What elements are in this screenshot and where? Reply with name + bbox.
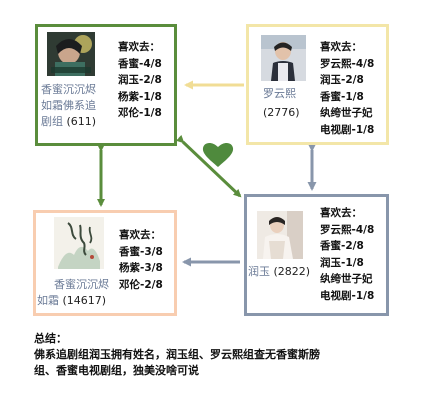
likes-header: 喜欢去： (119, 229, 161, 241)
likes-header: 喜欢去： (118, 41, 160, 53)
summary-title: 总结： (34, 332, 67, 345)
group-box-xiangmi: 香蜜沉沉烬 如霜 (14617) 喜欢去： 香蜜-3/8 杨紫-3/8 邓伦-2… (33, 210, 177, 316)
likes-item: 香蜜-2/8 (320, 240, 364, 252)
member-count: (611) (66, 115, 97, 128)
likes-item: 邓伦-1/8 (118, 107, 162, 119)
likes-header: 喜欢去： (320, 207, 362, 219)
group-name-line: 罗云熙 (263, 87, 296, 100)
summary-block: 总结： 佛系追剧组润玉拥有姓名，润玉组、罗云熙组查无香蜜斯膀 组、香蜜电视剧组，… (34, 331, 414, 379)
likes-item: 香蜜-3/8 (119, 245, 163, 258)
likes-item: 电视剧-1/8 (320, 123, 375, 136)
group-name-line: 香蜜沉沉烬 (41, 83, 96, 96)
group-name-line: 润玉 (248, 265, 270, 278)
likes-header: 喜欢去： (320, 41, 362, 53)
group-name-line: 剧组 (41, 115, 63, 128)
summary-line: 组、香蜜电视剧组，独美没啥可说 (34, 364, 199, 377)
likes-item: 香蜜-4/8 (118, 57, 162, 70)
group-box-runyu: 润玉 (2822) 喜欢去： 罗云熙-4/8 香蜜-2/8 润玉-1/8 纨绔世… (244, 194, 389, 316)
likes-list: 喜欢去： 罗云熙-4/8 香蜜-2/8 润玉-1/8 纨绔世子妃 电视剧-1/8 (320, 205, 374, 304)
group-name-line: 如霜 (37, 294, 59, 307)
group-avatar-image (261, 35, 306, 81)
likes-item: 润玉-2/8 (320, 74, 364, 86)
likes-item: 杨紫-3/8 (119, 262, 163, 274)
group-name-line: 香蜜沉沉烬 (54, 278, 109, 291)
likes-item: 润玉-2/8 (118, 74, 162, 86)
group-caption: 香蜜沉沉烬 如霜佛系追 剧组 (611) (41, 82, 115, 130)
group-name-line: 如霜佛系追 (41, 99, 96, 112)
group-box-luoyunxi: 罗云熙 (2776) 喜欢去： 罗云熙-4/8 润玉-2/8 香蜜-1/8 纨绔… (246, 24, 389, 145)
likes-list: 喜欢去： 香蜜-4/8 润玉-2/8 杨紫-1/8 邓伦-1/8 (118, 39, 162, 122)
likes-item: 杨紫-1/8 (118, 90, 162, 103)
group-avatar-image (47, 32, 95, 76)
likes-list: 喜欢去： 香蜜-3/8 杨紫-3/8 邓伦-2/8 (119, 227, 163, 293)
member-count: (2776) (263, 106, 300, 119)
group-avatar-image (54, 217, 104, 269)
member-count: (2822) (273, 265, 311, 278)
likes-item: 邓伦-2/8 (119, 278, 163, 291)
summary-line: 佛系追剧组润玉拥有姓名，润玉组、罗云熙组查无香蜜斯膀 (34, 348, 320, 361)
likes-item: 纨绔世子妃 (320, 273, 373, 285)
group-caption: 罗云熙 (2776) (263, 86, 323, 121)
likes-item: 罗云熙-4/8 (320, 57, 375, 70)
likes-item: 香蜜-1/8 (320, 90, 364, 103)
likes-item: 电视剧-1/8 (320, 289, 375, 302)
member-count: (14617) (62, 294, 107, 307)
group-box-xiangmi-foxi: 香蜜沉沉烬 如霜佛系追 剧组 (611) 喜欢去： 香蜜-4/8 润玉-2/8 … (35, 24, 177, 146)
likes-item: 罗云熙-4/8 (320, 223, 375, 236)
likes-item: 纨绔世子妃 (320, 107, 373, 119)
likes-item: 润玉-1/8 (320, 256, 364, 269)
group-avatar-image (257, 211, 303, 259)
likes-list: 喜欢去： 罗云熙-4/8 润玉-2/8 香蜜-1/8 纨绔世子妃 电视剧-1/8 (320, 39, 374, 138)
